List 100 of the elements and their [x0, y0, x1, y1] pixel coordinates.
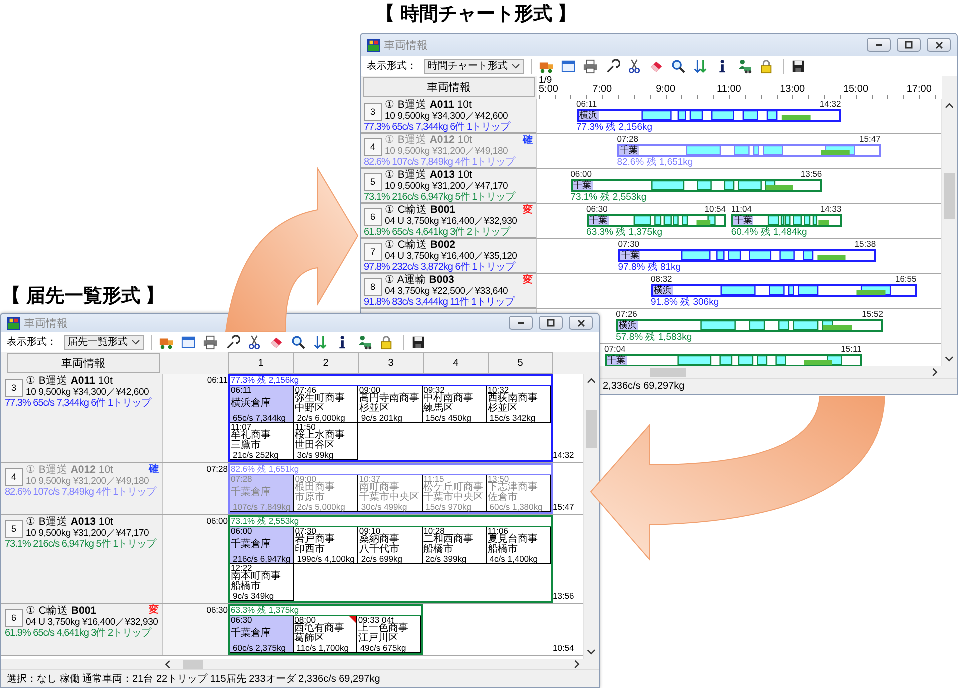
stop-cell[interactable]: 09:32 中村南商事 練馬区 15c/s 450kg: [422, 386, 487, 423]
sort-icon[interactable]: [693, 58, 708, 74]
stop-cell[interactable]: 09:10 桑納商事 八千代市 2c/s 699kg: [358, 527, 423, 564]
stop-cell[interactable]: 10:32 西荻南商事 杉並区 15c/s 342kg: [486, 386, 551, 423]
chevron-right-icon[interactable]: [932, 368, 938, 376]
display-format-dropdown[interactable]: 届先一覧形式: [64, 334, 144, 350]
route-bar[interactable]: 横浜: [651, 284, 917, 297]
scroll-thumb[interactable]: [944, 173, 955, 219]
route-block[interactable]: 73.1% 残 2,553kg 06:00 千葉倉庫 216c/s 6,947kg 07:30 岩戸商事 印西市 199c/s 4,100kg 09:10 桑納商事 八千代市 2c/s 699kg 10:28 二和西商事 船橋市 2c/s 399kg 11:06 夏見台商事 船橋市 4c/s 1,400kg 12:22 南本町商事 船橋市 9c/s 349kg: [228, 515, 553, 603]
lock-icon[interactable]: [379, 334, 394, 350]
depot-label: 千葉: [619, 146, 640, 155]
stop-cell[interactable]: 07:46 弥生町商事 中野区 2c/s 6,000kg: [294, 386, 358, 423]
stop-time: 11:06: [488, 527, 508, 535]
stop-time: 09:10: [359, 527, 381, 535]
minimize-button[interactable]: [509, 316, 533, 330]
vehicle-stats: 73.1% 216c/s 6,947kg 5件 1トリップ: [5, 539, 156, 550]
route-block[interactable]: 63.3% 残 1,375kg 06:30 千葉倉庫 60c/s 2,375kg 08:00 西亀有商事 葛飾区 11c/s 1,700kg 09:33 04t 上一色商事 江戸川区 49c/s 675kg: [228, 604, 423, 655]
display-format-dropdown[interactable]: 時間チャート形式: [424, 58, 524, 74]
chevron-right-icon[interactable]: [574, 660, 580, 668]
stop-cell[interactable]: 11:06 夏見台商事 船橋市 4c/s 1,400kg: [486, 527, 551, 564]
vehicle-info-button[interactable]: 車両情報: [363, 77, 535, 97]
scroll-thumb[interactable]: [586, 410, 597, 448]
route-bar[interactable]: 千葉: [731, 214, 842, 227]
stop-cell[interactable]: 07:30 岩戸商事 印西市 199c/s 4,100kg: [294, 527, 358, 564]
search-icon[interactable]: [671, 58, 686, 74]
stop-cell[interactable]: 11:15 松ケ丘町商事 千葉市中央区 15c/s 970kg: [422, 475, 487, 512]
route-bar[interactable]: 千葉: [586, 214, 726, 227]
route-block[interactable]: [228, 374, 553, 462]
stop-cell[interactable]: 09:00 根田商事 市原市 2c/s 5,000kg: [294, 475, 358, 512]
close-icon[interactable]: [936, 42, 942, 48]
wrench-icon[interactable]: [605, 58, 620, 74]
save-icon[interactable]: [411, 334, 426, 350]
stop-name: 南町商事: [359, 483, 400, 493]
start-time: 07:28: [617, 135, 638, 144]
stop-cell[interactable]: 11:50 桜上水商事 世田谷区 3c/s 99kg: [294, 423, 358, 460]
load-summary: 73.1% 残 2,553kg: [570, 192, 647, 203]
depot-cell[interactable]: 06:11 横浜倉庫 65c/s 7,344kg: [230, 386, 294, 423]
scroll-thumb[interactable]: [183, 660, 203, 668]
stop-cell[interactable]: 09:33 04t 上一色商事 江戸川区 49c/s 675kg: [357, 616, 421, 653]
scissors-icon[interactable]: [247, 334, 262, 350]
route-bar[interactable]: 千葉: [604, 354, 862, 366]
vehicle-info-button[interactable]: 車両情報: [7, 353, 160, 373]
start-time: 08:32: [651, 275, 672, 284]
vehicle-title: ① B運送 A013 10t: [385, 170, 472, 181]
stop-time: 10:32: [488, 386, 510, 394]
route-bar[interactable]: 千葉: [570, 179, 822, 192]
route-bar[interactable]: 横浜: [616, 319, 884, 332]
minimize-button[interactable]: [867, 38, 891, 52]
maximize-button[interactable]: [897, 38, 921, 52]
sort-icon[interactable]: [313, 334, 328, 350]
stop-cell[interactable]: 10:28 二和西商事 船橋市 2c/s 399kg: [422, 527, 487, 564]
end-time: 15:38: [854, 240, 876, 249]
chevron-up-icon[interactable]: [945, 103, 954, 109]
lock-icon[interactable]: [759, 58, 774, 74]
minimize-icon[interactable]: [876, 43, 882, 47]
route-bar[interactable]: 千葉: [617, 144, 881, 157]
vehicle-spec: 10 9,500kg ¥31,200／¥47,170: [385, 181, 508, 192]
caret-icon: [512, 64, 520, 68]
wrench-icon[interactable]: [225, 334, 240, 350]
stop-area: 市原市: [295, 493, 358, 503]
stop-cell[interactable]: 10:37 南町商事 千葉市中央区 30c/s 499kg: [358, 475, 423, 512]
search-icon[interactable]: [291, 334, 306, 350]
close-button[interactable]: [927, 38, 951, 52]
chevron-down-icon[interactable]: [945, 356, 954, 362]
maximize-icon[interactable]: [905, 41, 913, 49]
chevron-up-icon[interactable]: [587, 378, 596, 384]
stop-cell[interactable]: 08:00 西亀有商事 葛飾区 11c/s 1,700kg: [294, 616, 358, 653]
vehicle-stats: 73.1% 216c/s 6,947kg 5件 1トリップ: [364, 192, 516, 203]
window-icon[interactable]: [181, 334, 196, 350]
vehicle-spec: 10 9,500kg ¥31,200／¥49,180: [385, 146, 508, 157]
hour-label: 13:00: [780, 85, 806, 95]
depot-cell[interactable]: 06:00 千葉倉庫 216c/s 6,947kg: [230, 527, 294, 564]
stop-cell[interactable]: 12:22 南本町商事 船橋市 9c/s 349kg: [230, 564, 294, 601]
scroll-thumb[interactable]: [650, 368, 686, 376]
end-time: 16:55: [895, 275, 917, 284]
close-button[interactable]: [569, 316, 593, 330]
maximize-button[interactable]: [539, 316, 563, 330]
worker-icon[interactable]: [737, 58, 752, 74]
scissors-icon[interactable]: [627, 58, 642, 74]
printer-icon[interactable]: [203, 334, 218, 350]
chevron-left-icon[interactable]: [165, 660, 171, 668]
printer-icon[interactable]: [583, 58, 598, 74]
maximize-icon[interactable]: [547, 319, 555, 327]
window-icon[interactable]: [561, 58, 576, 74]
row-number: 5: [5, 520, 23, 538]
worker-icon[interactable]: [357, 334, 372, 350]
route-bar[interactable]: 横浜: [576, 109, 842, 122]
close-icon[interactable]: [578, 320, 584, 326]
depot-label: 横浜: [653, 286, 673, 295]
depot-cell[interactable]: 06:30 千葉倉庫 60c/s 2,375kg: [230, 616, 294, 653]
route-bar[interactable]: 千葉: [618, 249, 876, 262]
route-block[interactable]: 82.6% 残 1,651kg 07:28 千葉倉庫 107c/s 7,849kg 09:00 根田商事 市原市 2c/s 5,000kg 10:37 南町商事 千葉市中央区 30c/s 499kg 11:15 松ケ丘町商事 千葉市中央区 15c/s 970kg 13:50 下志津商事 佐倉市 60c/s 1,380kg: [228, 463, 553, 514]
stop-cell[interactable]: 13:50 下志津商事 佐倉市 60c/s 1,380kg: [486, 475, 551, 512]
chevron-down-icon[interactable]: [587, 649, 596, 655]
stop-cell[interactable]: 09:00 高円寺南商事 杉並区 9c/s 201kg: [358, 386, 423, 423]
stop-load: 15c/s 342kg: [488, 414, 537, 422]
stop-cell[interactable]: 11:07 牟礼商事 三鷹市 21c/s 252kg: [230, 423, 294, 460]
hour-label: 7:00: [592, 85, 612, 95]
save-icon[interactable]: [791, 58, 806, 74]
minimize-icon[interactable]: [518, 321, 524, 325]
